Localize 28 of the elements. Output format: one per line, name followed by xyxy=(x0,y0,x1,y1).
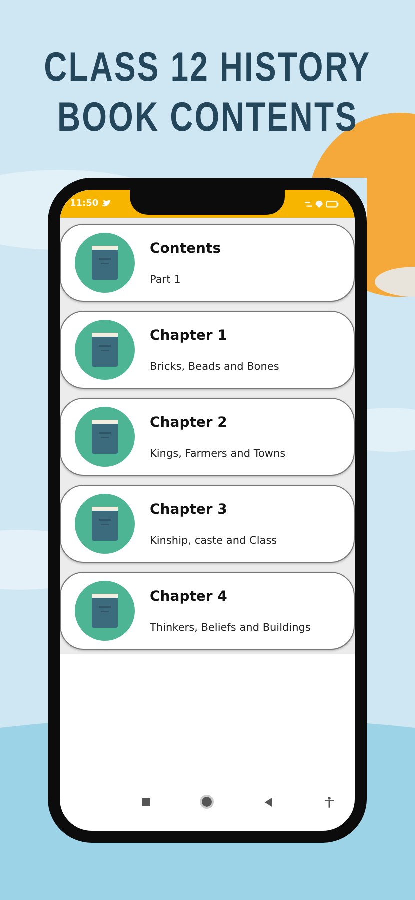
chapter-subtitle: Part 1 xyxy=(150,274,182,286)
status-time: 11:50 xyxy=(70,199,99,209)
status-icons xyxy=(303,200,341,208)
chapter-subtitle: Kinship, caste and Class xyxy=(150,534,278,546)
book-icon xyxy=(75,581,135,641)
chapter-subtitle: Kings, Farmers and Towns xyxy=(150,448,286,460)
chapter-card[interactable]: Chapter 1 Bricks, Beads and Bones xyxy=(60,311,355,389)
book-icon xyxy=(75,320,135,380)
chapter-title: Chapter 3 xyxy=(150,502,228,518)
chapter-card[interactable]: Chapter 4 Thinkers, Beliefs and Buildings xyxy=(60,572,355,650)
book-icon xyxy=(75,494,135,554)
accessibility-icon[interactable] xyxy=(325,796,334,808)
chapter-title: Chapter 1 xyxy=(150,328,228,344)
chapter-card[interactable]: Chapter 2 Kings, Farmers and Towns xyxy=(60,398,355,476)
home-icon[interactable] xyxy=(202,797,212,807)
chapter-subtitle: Thinkers, Beliefs and Buildings xyxy=(150,622,311,634)
book-icon xyxy=(75,233,135,293)
bird-icon xyxy=(102,200,111,208)
chapter-title: Contents xyxy=(150,240,222,256)
chapter-title: Chapter 4 xyxy=(150,588,228,604)
book-icon xyxy=(75,407,135,467)
headline: CLASS 12 HISTORY xyxy=(44,43,372,92)
chapter-card[interactable]: Contents Part 1 xyxy=(60,224,355,302)
chapter-title: Chapter 2 xyxy=(150,414,228,430)
chapter-subtitle: Bricks, Beads and Bones xyxy=(150,360,280,372)
back-icon[interactable] xyxy=(264,798,273,806)
chapter-card[interactable]: Chapter 3 Kinship, caste and Class xyxy=(60,485,355,563)
headline: BOOK CONTENTS xyxy=(57,93,358,142)
